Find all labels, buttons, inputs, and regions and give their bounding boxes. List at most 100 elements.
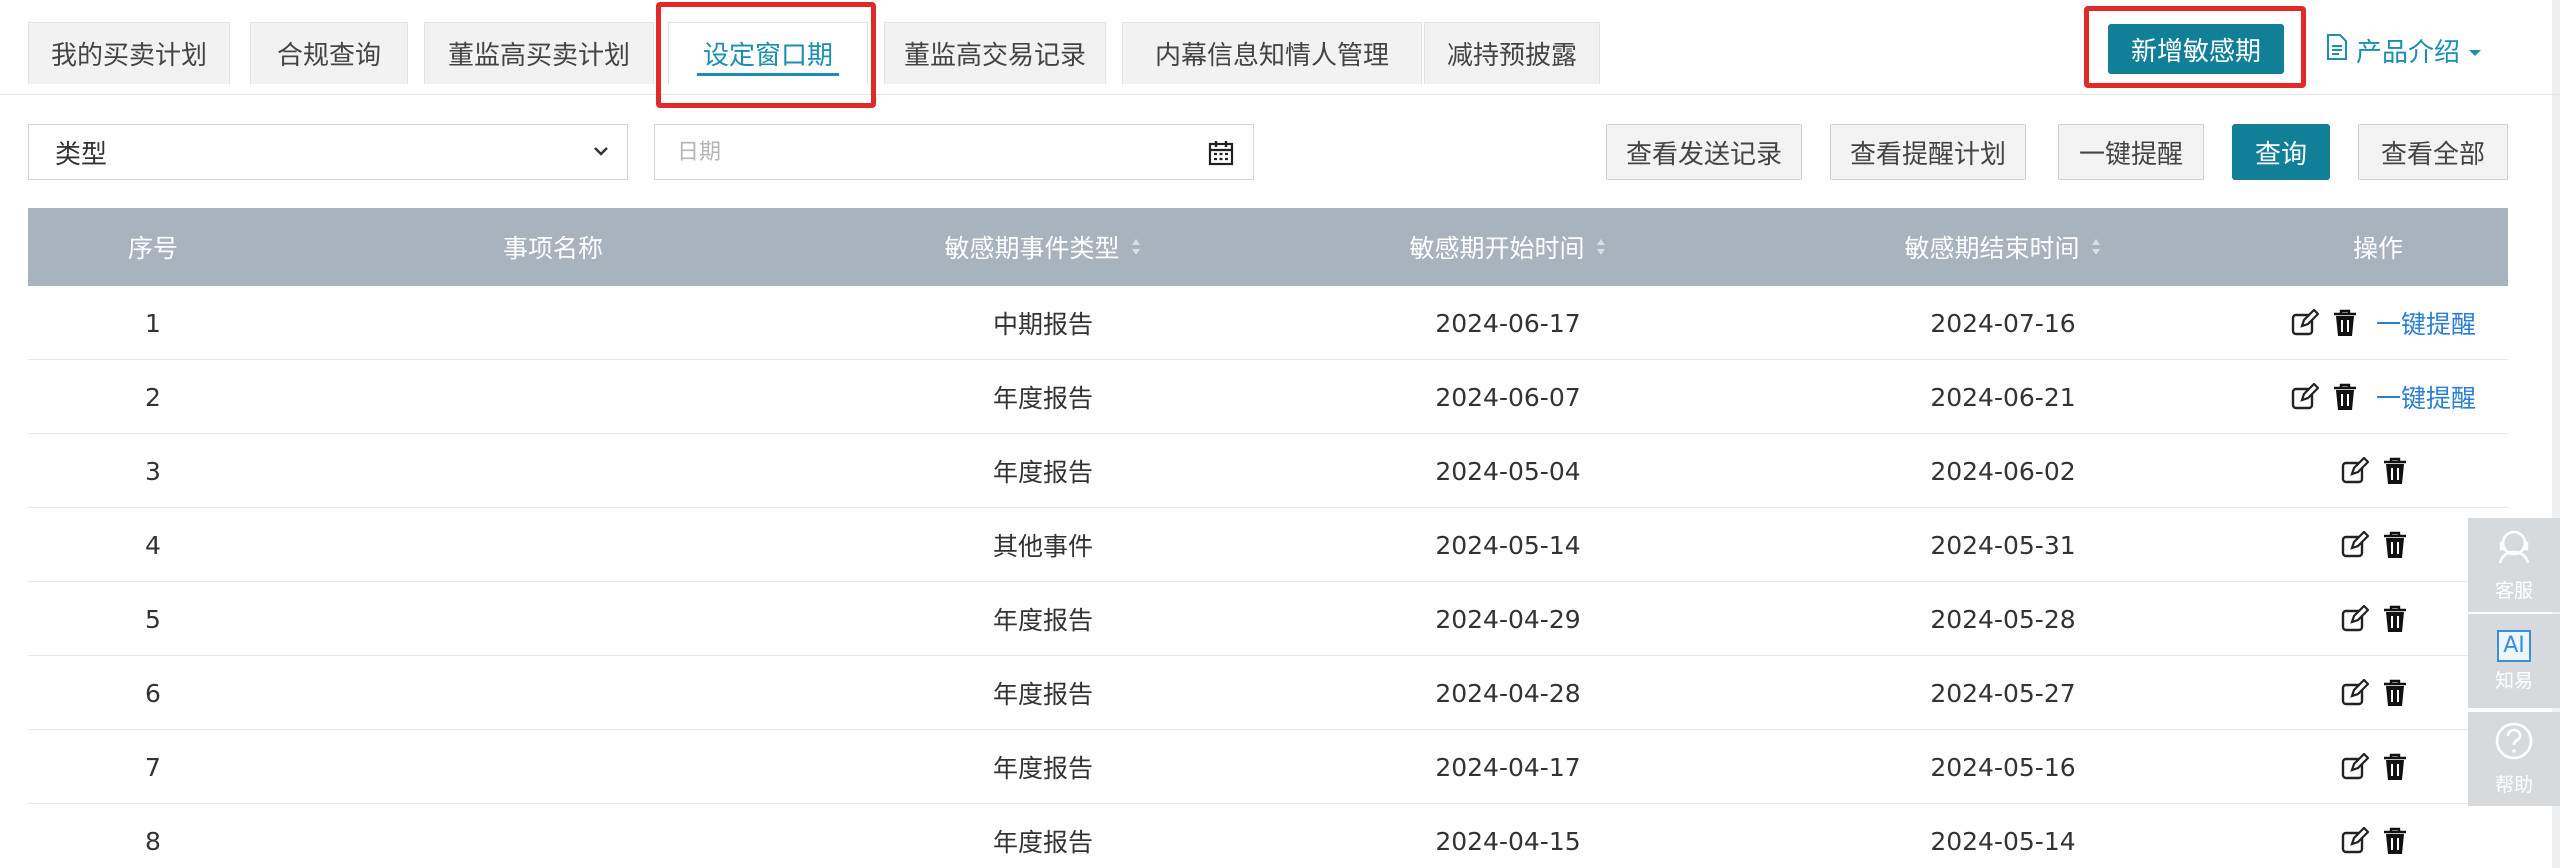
tab-my-trade-plan[interactable]: 我的买卖计划 — [28, 22, 230, 84]
cell-event-type: 年度报告 — [992, 680, 1093, 709]
cell-end-time: 2024-05-14 — [1930, 826, 2076, 856]
tab-compliance-query[interactable]: 合规查询 — [250, 22, 408, 84]
cell-index: 3 — [145, 456, 161, 486]
cell-event-type: 其他事件 — [992, 532, 1093, 561]
table-row: 1 中期报告 2024-06-17 2024-07-16 一键提醒 — [28, 286, 2508, 360]
help-label: 帮助 — [2494, 774, 2533, 796]
cell-start-time: 2024-04-17 — [1435, 752, 1581, 782]
row-actions: 一键提醒 — [2290, 286, 2476, 360]
delete-icon[interactable] — [2380, 678, 2410, 708]
edit-icon[interactable] — [2340, 678, 2370, 708]
tab-insider-management[interactable]: 内幕信息知情人管理 — [1122, 22, 1422, 84]
type-select-value: 类型 — [55, 139, 108, 170]
cell-index: 8 — [145, 826, 161, 856]
delete-icon[interactable] — [2330, 382, 2360, 412]
table-row: 2 年度报告 2024-06-07 2024-06-21 一键提醒 — [28, 360, 2508, 434]
table-row: 5 年度报告 2024-04-29 2024-05-28 — [28, 582, 2508, 656]
type-select[interactable]: 类型 — [28, 124, 628, 180]
edit-icon[interactable] — [2340, 604, 2370, 634]
column-header-start-time[interactable]: 敏感期开始时间 — [1258, 208, 1758, 286]
cell-start-time: 2024-05-04 — [1435, 456, 1581, 486]
add-sensitive-period-button[interactable]: 新增敏感期 — [2108, 24, 2284, 74]
edit-icon[interactable] — [2340, 826, 2370, 856]
column-header-item-name: 事项名称 — [278, 208, 828, 286]
one-click-remind-link[interactable]: 一键提醒 — [2376, 305, 2476, 341]
ai-icon: AI — [2497, 629, 2531, 662]
delete-icon[interactable] — [2380, 530, 2410, 560]
one-click-remind-button[interactable]: 一键提醒 — [2058, 124, 2204, 180]
cell-end-time: 2024-07-16 — [1930, 308, 2076, 338]
column-header-start-time-label: 敏感期开始时间 — [1409, 234, 1585, 263]
edit-icon[interactable] — [2340, 530, 2370, 560]
cell-item-name — [278, 656, 828, 730]
cell-end-time: 2024-05-28 — [1930, 604, 2076, 634]
cell-start-time: 2024-05-14 — [1435, 530, 1581, 560]
cell-start-time: 2024-04-29 — [1435, 604, 1581, 634]
delete-icon[interactable] — [2330, 308, 2360, 338]
ai-assistant-button[interactable]: AI 知易 — [2468, 614, 2560, 708]
cell-end-time: 2024-05-31 — [1930, 530, 2076, 560]
cell-index: 7 — [145, 752, 161, 782]
tab-set-window-period[interactable]: 设定窗口期 — [668, 22, 868, 84]
view-all-button[interactable]: 查看全部 — [2358, 124, 2508, 180]
tab-executive-trade-plan[interactable]: 董监高买卖计划 — [424, 22, 654, 84]
delete-icon[interactable] — [2380, 456, 2410, 486]
help-button[interactable]: 帮助 — [2468, 712, 2560, 806]
view-remind-plan-button[interactable]: 查看提醒计划 — [1830, 124, 2026, 180]
caret-down-icon — [2468, 35, 2482, 65]
cell-event-type: 中期报告 — [992, 310, 1093, 339]
column-header-operation-label: 操作 — [2352, 234, 2403, 263]
cell-index: 5 — [145, 604, 161, 634]
cell-item-name — [278, 508, 828, 582]
view-send-records-button[interactable]: 查看发送记录 — [1606, 124, 1802, 180]
cell-index: 1 — [145, 308, 161, 338]
one-click-remind-link[interactable]: 一键提醒 — [2376, 379, 2476, 415]
chevron-down-icon — [589, 139, 613, 170]
table-row: 3 年度报告 2024-05-04 2024-06-02 — [28, 434, 2508, 508]
document-icon — [2326, 33, 2348, 67]
cell-event-type: 年度报告 — [992, 754, 1093, 783]
edit-icon[interactable] — [2340, 456, 2370, 486]
delete-icon[interactable] — [2380, 752, 2410, 782]
cell-index: 6 — [145, 678, 161, 708]
cell-start-time: 2024-06-07 — [1435, 382, 1581, 412]
customer-service-label: 客服 — [2494, 580, 2533, 602]
cell-event-type: 年度报告 — [992, 828, 1093, 857]
row-actions — [2340, 804, 2410, 868]
customer-service-button[interactable]: 客服 — [2468, 518, 2560, 612]
delete-icon[interactable] — [2380, 604, 2410, 634]
cell-item-name — [278, 286, 828, 360]
column-header-event-type-label: 敏感期事件类型 — [944, 234, 1120, 263]
calendar-icon[interactable] — [1208, 140, 1234, 170]
edit-icon[interactable] — [2340, 752, 2370, 782]
row-actions — [2340, 508, 2410, 582]
cell-start-time: 2024-04-28 — [1435, 678, 1581, 708]
row-actions — [2340, 582, 2410, 656]
table-row: 7 年度报告 2024-04-17 2024-05-16 — [28, 730, 2508, 804]
column-header-end-time[interactable]: 敏感期结束时间 — [1758, 208, 2248, 286]
query-button[interactable]: 查询 — [2232, 124, 2330, 180]
cell-event-type: 年度报告 — [992, 384, 1093, 413]
column-header-operation: 操作 — [2248, 208, 2508, 286]
date-input[interactable] — [654, 124, 1254, 180]
sort-icon[interactable] — [1595, 237, 1607, 257]
edit-icon[interactable] — [2290, 308, 2320, 338]
tab-executive-trade-records[interactable]: 董监高交易记录 — [884, 22, 1106, 84]
cell-end-time: 2024-05-16 — [1930, 752, 2076, 782]
sort-icon[interactable] — [1130, 237, 1142, 257]
row-actions — [2340, 656, 2410, 730]
cell-index: 4 — [145, 530, 161, 560]
cell-item-name — [278, 582, 828, 656]
column-header-end-time-label: 敏感期结束时间 — [1904, 234, 2080, 263]
product-intro-dropdown[interactable]: 产品介绍 — [2326, 30, 2482, 70]
delete-icon[interactable] — [2380, 826, 2410, 856]
cell-event-type: 年度报告 — [992, 606, 1093, 635]
cell-item-name — [278, 804, 828, 868]
edit-icon[interactable] — [2290, 382, 2320, 412]
column-header-event-type[interactable]: 敏感期事件类型 — [828, 208, 1258, 286]
column-header-index-label: 序号 — [127, 234, 178, 263]
tab-reduction-predisclosure[interactable]: 减持预披露 — [1424, 22, 1600, 84]
sort-icon[interactable] — [2090, 237, 2102, 257]
cell-end-time: 2024-06-02 — [1930, 456, 2076, 486]
table-row: 6 年度报告 2024-04-28 2024-05-27 — [28, 656, 2508, 730]
